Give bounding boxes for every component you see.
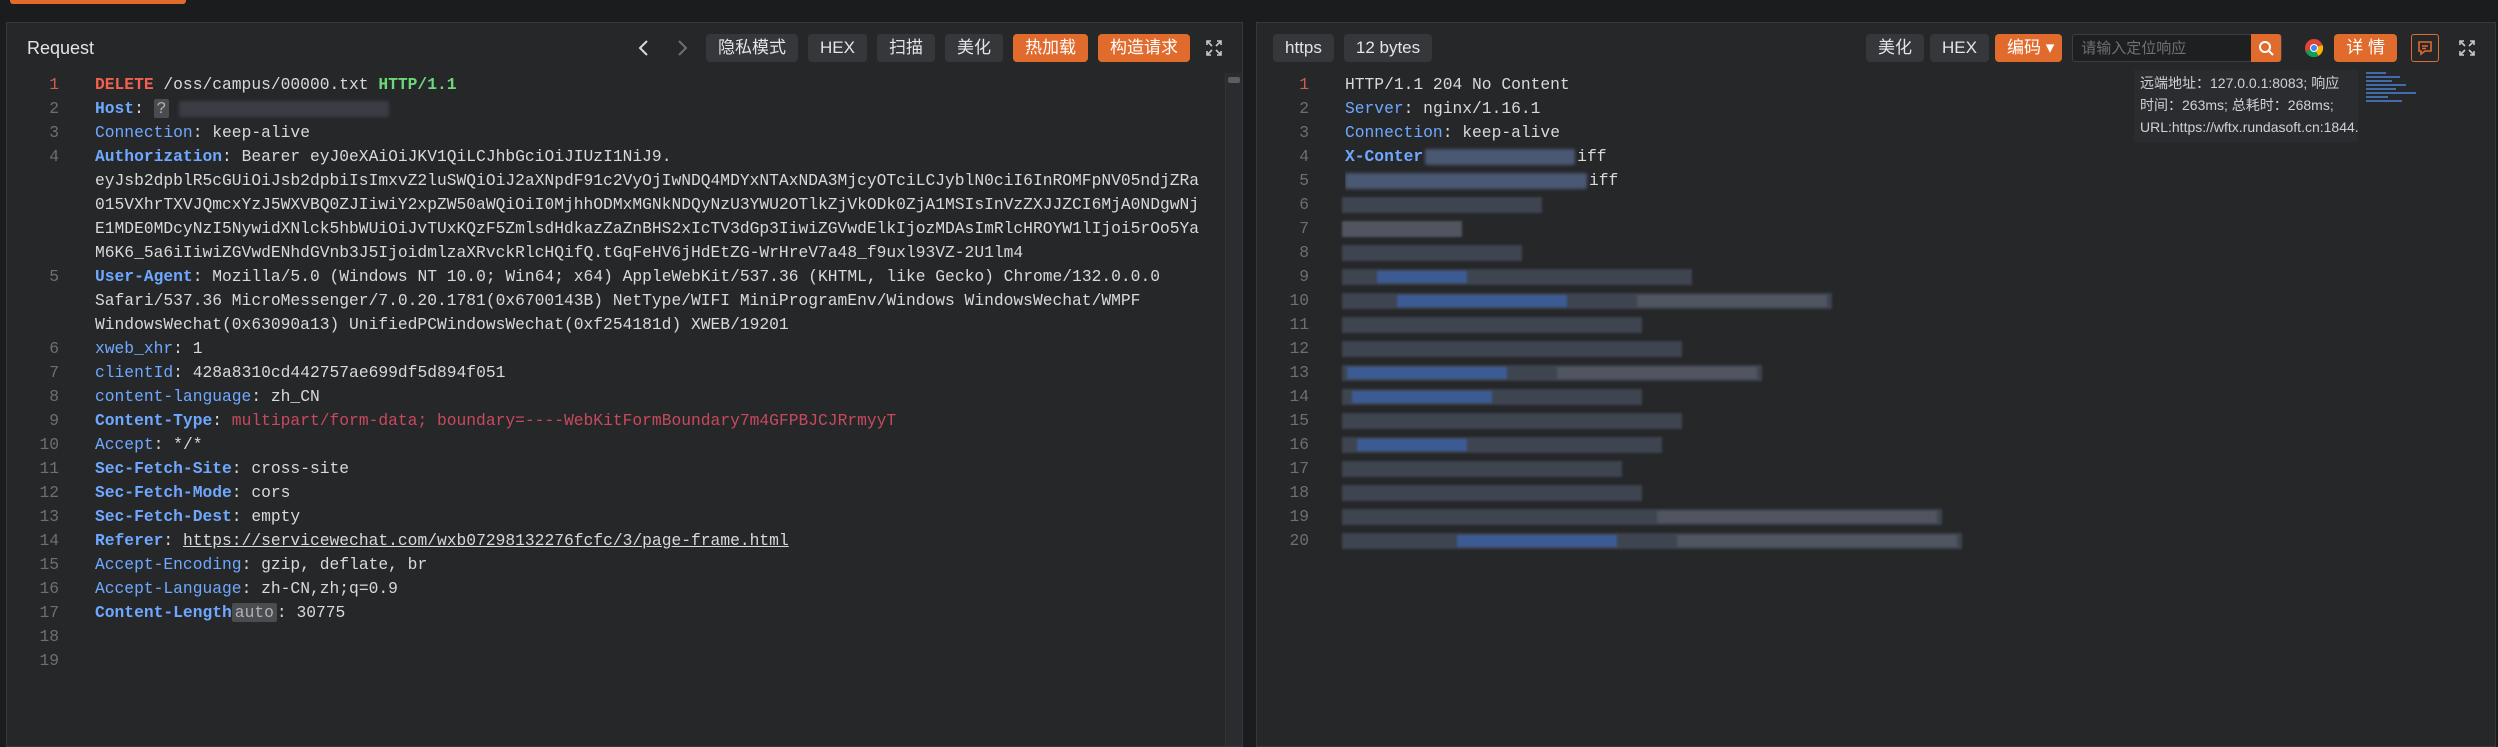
- code-line: 2 Host: ?: [7, 97, 1242, 121]
- chevron-down-icon: ▾: [2045, 38, 2055, 57]
- expand-icon[interactable]: [2453, 34, 2481, 62]
- code-line: 1 DELETE /oss/campus/00000.txt HTTP/1.1: [49, 75, 457, 94]
- request-title: Request: [27, 37, 95, 58]
- chevron-left-icon[interactable]: [630, 34, 658, 62]
- code-line: WindowsWechat(0x63090a13) UnifiedPCWindo…: [95, 315, 789, 334]
- protocol-badge: https: [1273, 34, 1334, 62]
- hex-button[interactable]: HEX: [1930, 34, 1989, 62]
- code-line: 17 Content-Length auto: 30775: [39, 603, 346, 622]
- code-line: M6K6_5a6iIiwiZGVwdENhdGVnb3J5IjoidmlzaXR…: [95, 243, 1024, 262]
- code-line: 7 clientId: 428a8310cd442757ae699df5d894f…: [49, 363, 506, 382]
- scan-button[interactable]: 扫描: [877, 34, 935, 62]
- hex-button[interactable]: HEX: [808, 34, 867, 62]
- response-scrollbar[interactable]: [2483, 73, 2495, 746]
- comment-icon[interactable]: [2411, 34, 2439, 62]
- size-badge: 12 bytes: [1343, 34, 1433, 62]
- referer-link[interactable]: https://servicewechat.com/wxb07298132276…: [183, 531, 789, 550]
- private-mode-button[interactable]: 隐私模式: [706, 34, 799, 62]
- code-line: eyJsb2dpblR5cGUiOiJsb2dpbiIsImxvZ2luSWQi…: [95, 171, 1200, 190]
- details-button[interactable]: 详 情: [2334, 34, 2397, 62]
- chrome-icon[interactable]: [2300, 34, 2328, 62]
- code-line: 19: [39, 651, 59, 670]
- code-line: 015VXhrTXVJQmcxYzJ5WXVBQ0ZJIiwiY2xpZW50a…: [95, 195, 1200, 214]
- code-line: 12 Sec-Fetch-Mode: cors: [39, 483, 291, 502]
- code-line: 15 Accept-Encoding: gzip, deflate, br: [39, 555, 428, 574]
- content-length-auto-chip: auto: [231, 603, 277, 622]
- host-chip: ?: [153, 99, 170, 118]
- hot-load-button[interactable]: 热加载: [1013, 34, 1088, 62]
- chevron-right-icon[interactable]: [668, 34, 696, 62]
- top-accent-bar: [10, 0, 186, 4]
- beautify-button[interactable]: 美化: [945, 34, 1003, 62]
- code-line: 16 Accept-Language: zh-CN,zh;q=0.9: [39, 579, 398, 598]
- code-line: 10 Accept: */*: [39, 435, 203, 454]
- code-line: 5 User-Agent: Mozilla/5.0 (Windows NT 10.…: [49, 267, 1160, 286]
- response-search[interactable]: [2072, 34, 2283, 62]
- code-line: 4 X-Conter iff: [1299, 147, 1607, 166]
- code-line: 14 Referer: https://servicewechat.com/wxb…: [39, 531, 789, 550]
- response-info-tooltip: 远端地址：127.0.0.1:8083; 响应时间：263ms; 总耗时：268…: [2134, 70, 2358, 142]
- encoding-dropdown[interactable]: 编码 ▾: [1994, 34, 2063, 62]
- request-scrollbar[interactable]: [1225, 73, 1242, 746]
- request-panel: Request 隐私模式 HEX 扫描 美化 热加载 构造请求 1 DELETE …: [6, 22, 1243, 747]
- code-line: 4 Authorization: Bearer eyJ0eXAiOiJKV1QiL…: [49, 147, 672, 166]
- request-toolbar: Request 隐私模式 HEX 扫描 美化 热加载 构造请求: [7, 23, 1242, 73]
- code-line: 13 Sec-Fetch-Dest: empty: [39, 507, 301, 526]
- construct-request-button[interactable]: 构造请求: [1098, 34, 1190, 62]
- request-editor[interactable]: 1 DELETE /oss/campus/00000.txt HTTP/1.1 2…: [7, 73, 1242, 746]
- code-line: Safari/537.36 MicroMessenger/7.0.20.1781…: [95, 291, 1141, 310]
- code-line: 5 iff: [1299, 171, 1619, 190]
- code-line: 11 Sec-Fetch-Site: cross-site: [39, 459, 350, 478]
- code-line: E1MDE0MDcyNzI5NywidXNlck5hbWUiOiJvTUxKQz…: [95, 219, 1200, 238]
- code-line: 9 Content-Type: multipart/form-data; boun…: [49, 411, 897, 430]
- response-minimap[interactable]: [2366, 70, 2430, 114]
- response-toolbar: https 12 bytes 美化 HEX 编码 ▾ 详 情: [1257, 23, 2495, 73]
- response-editor[interactable]: 1 HTTP/1.1 204 No Content 2 Server: nginx/…: [1257, 73, 2495, 746]
- redacted-host: [179, 100, 390, 117]
- beautify-button[interactable]: 美化: [1866, 34, 1925, 62]
- code-line: 3 Connection: keep-alive: [49, 123, 310, 142]
- code-line: 8 content-language: zh_CN: [49, 387, 320, 406]
- code-line: 6 xweb_xhr: 1: [49, 339, 203, 358]
- encoding-label: 编码: [2006, 38, 2041, 57]
- search-icon[interactable]: [2251, 34, 2282, 62]
- expand-icon[interactable]: [1200, 34, 1228, 62]
- code-line: 18: [39, 627, 59, 646]
- response-search-input[interactable]: [2073, 35, 2252, 61]
